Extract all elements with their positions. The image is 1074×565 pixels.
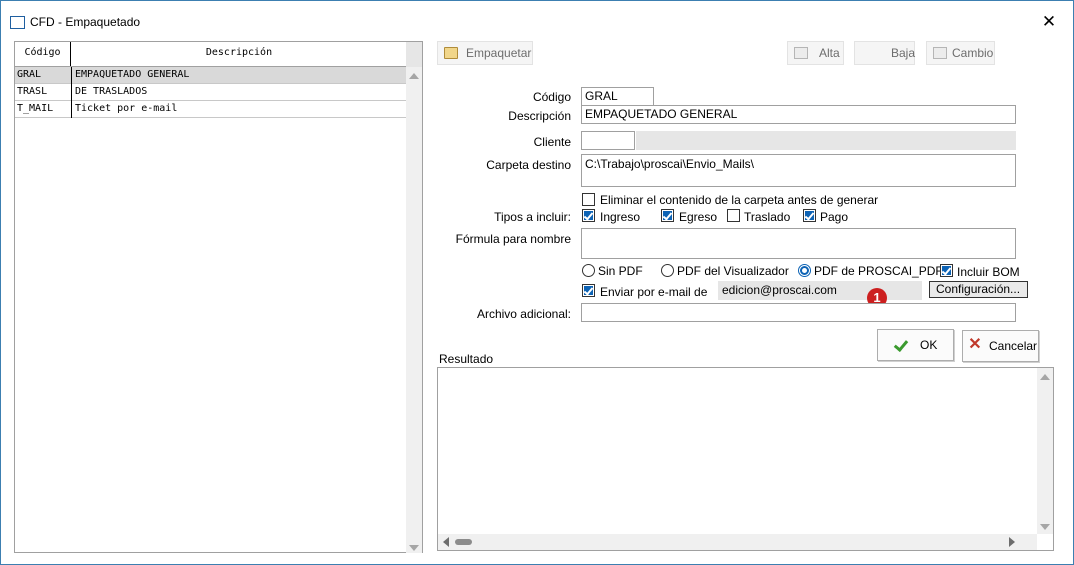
alta-label: Alta (819, 46, 840, 60)
column-divider (71, 67, 72, 84)
list-item[interactable]: T_MAIL Ticket por e-mail (15, 101, 407, 118)
codigo-field[interactable]: GRAL (581, 87, 654, 106)
column-header-code[interactable]: Código (15, 42, 71, 66)
incluir-bom-label: Incluir BOM (957, 265, 1020, 279)
resultado-label: Resultado (439, 352, 494, 366)
result-vertical-scrollbar[interactable] (1037, 368, 1053, 534)
edit-record-icon (933, 47, 947, 59)
window-title: CFD - Empaquetado (30, 15, 141, 29)
codigo-label: Código (532, 90, 571, 104)
scroll-thumb[interactable] (455, 539, 472, 545)
configuracion-button[interactable]: Configuración... (929, 281, 1028, 298)
pdf-proscai-label: PDF de PROSCAI_PDF (814, 264, 943, 278)
list-vertical-scrollbar[interactable] (406, 67, 422, 553)
egreso-checkbox[interactable] (661, 209, 674, 222)
formula-label: Fórmula para nombre (455, 232, 571, 246)
cliente-name-field (636, 131, 1016, 150)
list-item[interactable]: GRAL EMPAQUETADO GENERAL (15, 67, 407, 84)
scroll-down-icon[interactable] (409, 545, 419, 551)
scroll-up-icon[interactable] (409, 73, 419, 79)
incluir-bom-checkbox[interactable] (940, 264, 953, 277)
email-sender-field: edicion@proscai.com (718, 281, 922, 300)
package-list[interactable]: Código Descripción GRAL EMPAQUETADO GENE… (14, 41, 423, 553)
carpeta-destino-field[interactable]: C:\Trabajo\proscai\Envio_Mails\ (581, 154, 1016, 187)
alta-button[interactable]: Alta (787, 41, 844, 65)
list-item-code: T_MAIL (17, 103, 54, 114)
list-header: Código Descripción (15, 42, 407, 67)
baja-label: Baja (891, 46, 916, 60)
add-record-icon (794, 47, 808, 59)
empaquetado-window: CFD - Empaquetado ✕ Código Descripción G… (0, 0, 1074, 565)
cliente-label: Cliente (533, 135, 571, 149)
close-icon: ✕ (968, 336, 982, 353)
column-header-description[interactable]: Descripción (71, 42, 407, 66)
ingreso-checkbox[interactable] (582, 209, 595, 222)
tipos-label: Tipos a incluir: (494, 210, 571, 224)
list-item[interactable]: TRASL DE TRASLADOS (15, 84, 407, 101)
column-divider (71, 84, 72, 101)
formula-field[interactable] (581, 228, 1016, 259)
resultado-textarea[interactable] (437, 367, 1054, 551)
result-horizontal-scrollbar[interactable] (438, 534, 1037, 550)
window-icon (10, 16, 25, 29)
ok-label: OK (920, 338, 938, 352)
scroll-down-icon[interactable] (1040, 524, 1050, 530)
list-item-code: TRASL (17, 86, 48, 97)
pdf-proscai-radio[interactable] (798, 264, 811, 277)
pago-label: Pago (820, 210, 849, 224)
title-bar: CFD - Empaquetado ✕ (1, 1, 1073, 31)
close-button[interactable]: ✕ (1039, 12, 1059, 32)
pdf-visualizador-radio[interactable] (661, 264, 674, 277)
baja-button[interactable]: Baja (854, 41, 915, 65)
check-icon (893, 336, 909, 353)
cancelar-button[interactable]: ✕ Cancelar (962, 330, 1039, 362)
list-item-code: GRAL (17, 69, 42, 80)
carpeta-destino-label: Carpeta destino (486, 158, 571, 172)
list-item-description: DE TRASLADOS (75, 86, 148, 97)
cliente-code-field[interactable] (581, 131, 635, 150)
cancelar-label: Cancelar (989, 339, 1038, 353)
empaquetar-button[interactable]: Empaquetar (437, 41, 533, 65)
list-item-description: Ticket por e-mail (75, 103, 178, 114)
descripcion-field[interactable]: EMPAQUETADO GENERAL (581, 105, 1016, 124)
list-header-corner (406, 42, 422, 67)
ok-button[interactable]: OK (877, 329, 954, 361)
ingreso-label: Ingreso (600, 210, 641, 224)
eliminar-checkbox[interactable] (582, 193, 595, 206)
scroll-right-icon[interactable] (1009, 537, 1015, 547)
traslado-checkbox[interactable] (727, 209, 740, 222)
enviar-email-checkbox[interactable] (582, 284, 595, 297)
column-divider (71, 101, 72, 118)
list-item-description: EMPAQUETADO GENERAL (75, 69, 190, 80)
sin-pdf-radio[interactable] (582, 264, 595, 277)
archivo-adicional-field[interactable] (581, 303, 1016, 322)
pdf-visualizador-label: PDF del Visualizador (677, 264, 789, 278)
eliminar-label: Eliminar el contenido de la carpeta ante… (600, 193, 879, 207)
enviar-email-label: Enviar por e-mail de (600, 285, 708, 299)
scroll-left-icon[interactable] (443, 537, 449, 547)
scroll-up-icon[interactable] (1040, 374, 1050, 380)
traslado-label: Traslado (744, 210, 791, 224)
archivo-adicional-label: Archivo adicional: (476, 307, 571, 321)
cambio-button[interactable]: Cambio (926, 41, 995, 65)
cambio-label: Cambio (952, 46, 994, 60)
sin-pdf-label: Sin PDF (598, 264, 643, 278)
pago-checkbox[interactable] (803, 209, 816, 222)
folder-icon (444, 47, 458, 59)
egreso-label: Egreso (679, 210, 718, 224)
descripcion-label: Descripción (508, 109, 571, 123)
empaquetar-label: Empaquetar (466, 46, 532, 60)
